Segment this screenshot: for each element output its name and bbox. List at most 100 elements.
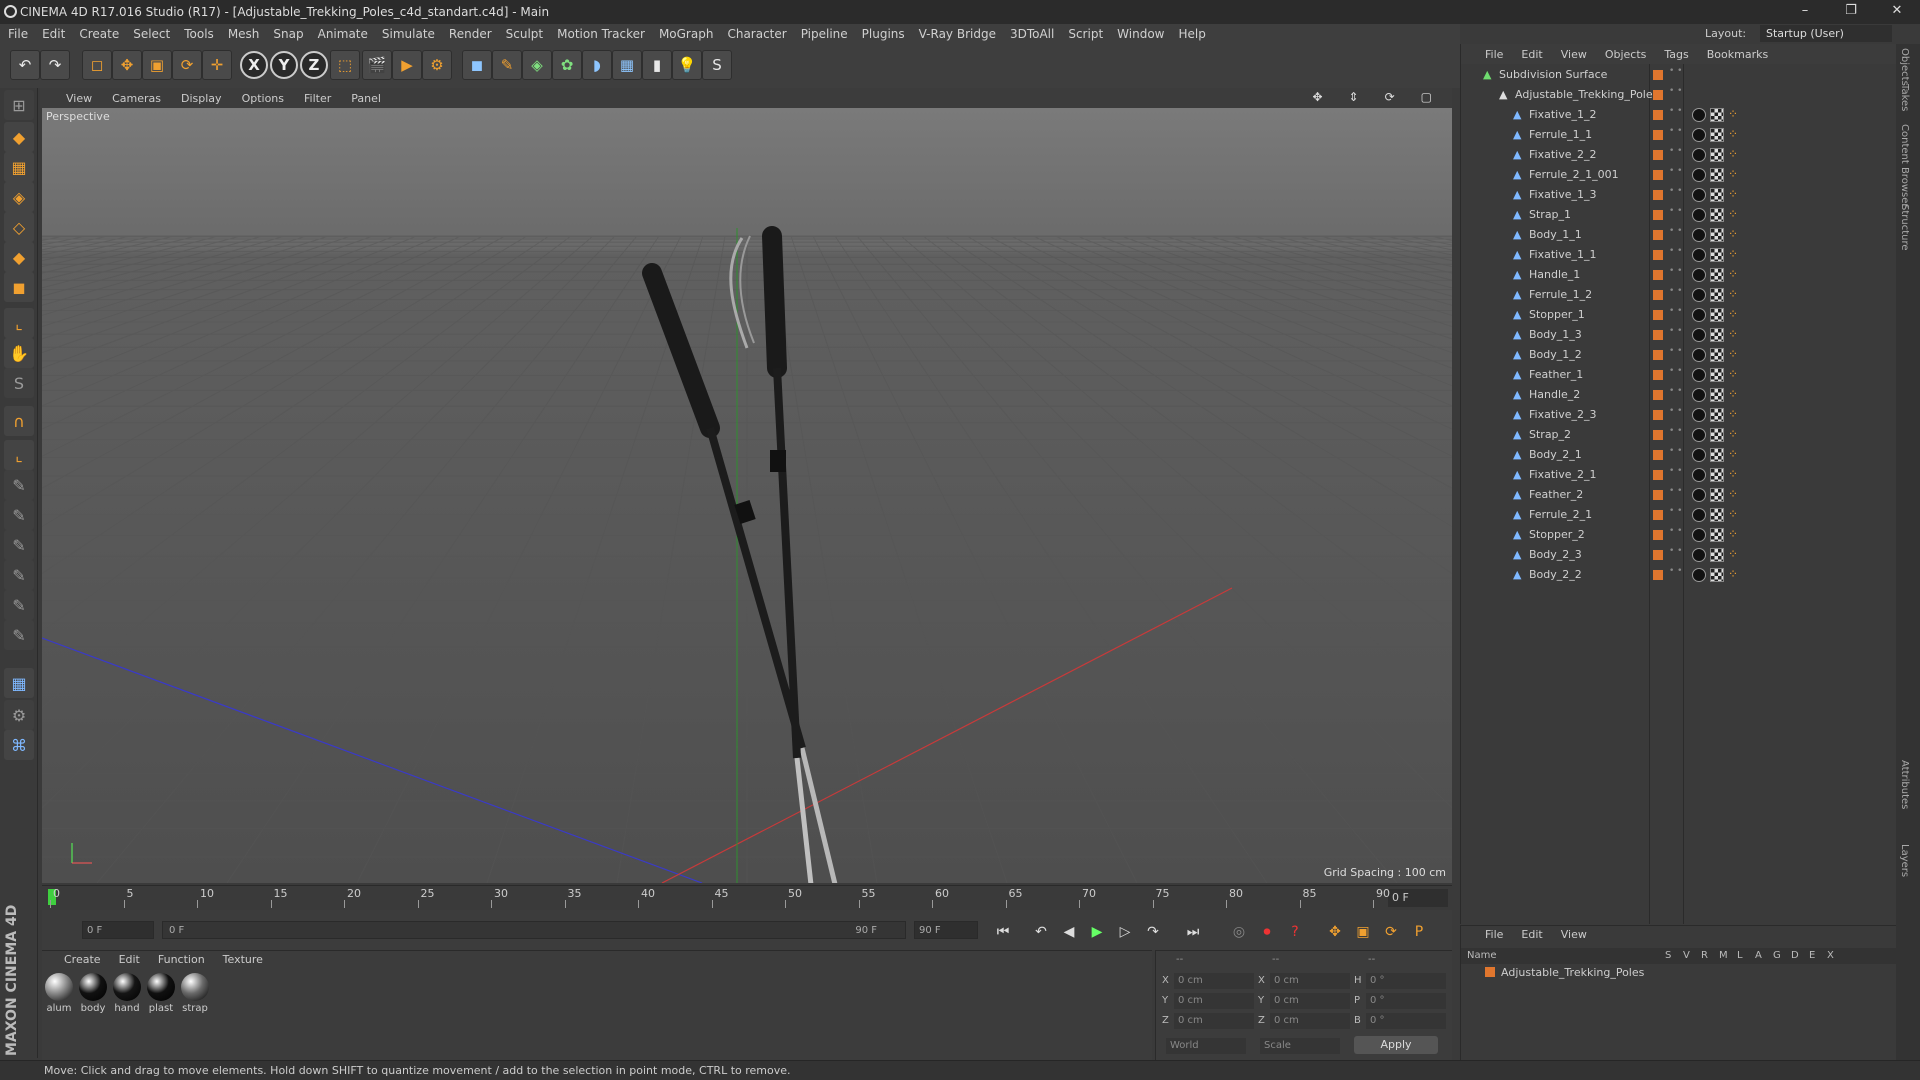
x-axis-icon[interactable]: X (240, 51, 268, 79)
scale-icon[interactable]: ▣ (142, 50, 172, 80)
close-button[interactable]: ✕ (1874, 0, 1920, 24)
visibility-dots[interactable]: • • (1669, 127, 1682, 136)
side-tab-layers[interactable]: Layers (1899, 844, 1910, 877)
layer-color-swatch[interactable] (1653, 330, 1663, 340)
side-tab-attributes[interactable]: Attributes (1899, 760, 1910, 809)
om-menu-bookmarks[interactable]: Bookmarks (1707, 48, 1768, 61)
rotate-icon[interactable]: ⟳ (172, 50, 202, 80)
texture-mode-icon[interactable]: ▦ (4, 152, 34, 182)
uvw-tag-icon[interactable] (1710, 368, 1724, 382)
uvw-tag-icon[interactable] (1710, 148, 1724, 162)
edit-render-settings-icon[interactable]: ⚙ (422, 50, 452, 80)
layer-color-swatch[interactable] (1653, 390, 1663, 400)
move-alt-icon[interactable]: ✛ (202, 50, 232, 80)
material-strap[interactable]: strap (180, 973, 210, 1014)
camera-icon[interactable]: ▮ (642, 50, 672, 80)
menu-help[interactable]: Help (1178, 27, 1205, 41)
visibility-dots[interactable]: • • (1669, 567, 1682, 576)
coord-mode-select[interactable]: World (1166, 1038, 1246, 1054)
coord-field[interactable]: 0 cm (1174, 973, 1254, 989)
layer-column-header[interactable]: E (1809, 950, 1815, 961)
uvw-tag-icon[interactable] (1710, 468, 1724, 482)
object-row[interactable]: ▲ Feather_1 • • ⁘ (1461, 365, 1897, 385)
uvw-tag-icon[interactable] (1710, 328, 1724, 342)
subdivision-icon[interactable]: ◈ (522, 50, 552, 80)
uvw-tag-icon[interactable] (1710, 388, 1724, 402)
material-tag-icon[interactable] (1692, 348, 1706, 362)
material-tag-icon[interactable] (1692, 528, 1706, 542)
key-rotate-icon[interactable]: ⟳ (1380, 921, 1402, 943)
layer-column-header[interactable]: M (1719, 950, 1728, 961)
brush-4-icon[interactable]: ✎ (4, 560, 34, 590)
menu-3dtoall[interactable]: 3DToAll (1010, 27, 1054, 41)
material-menu-texture[interactable]: Texture (223, 953, 263, 966)
pan-icon[interactable]: ✥ (1312, 90, 1322, 104)
key-scale-icon[interactable]: ▣ (1352, 921, 1374, 943)
material-menu-edit[interactable]: Edit (119, 953, 140, 966)
phong-tag-icon[interactable]: ⁘ (1728, 147, 1738, 161)
cube-icon[interactable]: ◼ (462, 50, 492, 80)
visibility-dots[interactable]: • • (1669, 327, 1682, 336)
object-row[interactable]: ▲ Handle_2 • • ⁘ (1461, 385, 1897, 405)
render-view-icon[interactable]: 🎬 (362, 50, 392, 80)
uvw-tag-icon[interactable] (1710, 528, 1724, 542)
material-tag-icon[interactable] (1692, 308, 1706, 322)
phong-tag-icon[interactable]: ⁘ (1728, 267, 1738, 281)
coord-field[interactable]: 0 ° (1366, 1013, 1446, 1029)
object-row[interactable]: ▲ Stopper_2 • • ⁘ (1461, 525, 1897, 545)
material-tag-icon[interactable] (1692, 408, 1706, 422)
uvw-tag-icon[interactable] (1710, 248, 1724, 262)
side-tab-objects[interactable]: Objects (1899, 48, 1910, 86)
object-row[interactable]: ▲ Body_1_2 • • ⁘ (1461, 345, 1897, 365)
visibility-dots[interactable]: • • (1669, 227, 1682, 236)
phong-tag-icon[interactable]: ⁘ (1728, 427, 1738, 441)
material-tag-icon[interactable] (1692, 128, 1706, 142)
material-tag-icon[interactable] (1692, 548, 1706, 562)
layer-color-swatch[interactable] (1653, 170, 1663, 180)
phong-tag-icon[interactable]: ⁘ (1728, 327, 1738, 341)
phong-tag-icon[interactable]: ⁘ (1728, 527, 1738, 541)
menu-simulate[interactable]: Simulate (382, 27, 435, 41)
layer-column-header[interactable]: A (1755, 950, 1762, 961)
visibility-dots[interactable]: • • (1669, 267, 1682, 276)
phong-tag-icon[interactable]: ⁘ (1728, 407, 1738, 421)
layout-select[interactable]: Startup (User) (1760, 25, 1892, 42)
layer-column-header[interactable]: D (1791, 950, 1799, 961)
next-frame-icon[interactable]: ▷ (1114, 921, 1136, 943)
side-tab-content-browser[interactable]: Content Browser (1899, 124, 1910, 207)
phong-tag-icon[interactable]: ⁘ (1728, 307, 1738, 321)
material-hand[interactable]: hand (112, 973, 142, 1014)
viewport-menu-panel[interactable]: Panel (351, 92, 381, 105)
visibility-dots[interactable]: • • (1669, 187, 1682, 196)
layer-column-header[interactable]: S (1665, 950, 1671, 961)
phong-tag-icon[interactable]: ⁘ (1728, 447, 1738, 461)
visibility-dots[interactable]: • • (1669, 427, 1682, 436)
goto-start-icon[interactable]: ⏮ (992, 921, 1014, 943)
material-tag-icon[interactable] (1692, 568, 1706, 582)
material-tag-icon[interactable] (1692, 368, 1706, 382)
move-camera-icon[interactable]: ⇕ (1349, 90, 1359, 104)
prev-key-icon[interactable]: ↶ (1030, 921, 1052, 943)
side-tab-takes[interactable]: Takes (1899, 84, 1910, 111)
layer-column-header[interactable]: X (1827, 950, 1834, 961)
redo-icon[interactable]: ↷ (40, 50, 70, 80)
coord-field[interactable]: 0 cm (1270, 1013, 1350, 1029)
material-tag-icon[interactable] (1692, 448, 1706, 462)
phong-tag-icon[interactable]: ⁘ (1728, 467, 1738, 481)
viewport-menu-view[interactable]: View (66, 92, 92, 105)
uvw-tag-icon[interactable] (1710, 448, 1724, 462)
move-icon[interactable]: ✥ (112, 50, 142, 80)
menu-script[interactable]: Script (1068, 27, 1103, 41)
viewport-menu-display[interactable]: Display (181, 92, 222, 105)
om-menu-tags[interactable]: Tags (1664, 48, 1688, 61)
live-select-icon[interactable]: ◻ (82, 50, 112, 80)
layer-color-swatch[interactable] (1653, 570, 1663, 580)
menu-render[interactable]: Render (449, 27, 492, 41)
layer-color-swatch[interactable] (1653, 270, 1663, 280)
om-menu-edit[interactable]: Edit (1521, 48, 1542, 61)
material-tag-icon[interactable] (1692, 508, 1706, 522)
layer-color-swatch[interactable] (1653, 350, 1663, 360)
uvw-tag-icon[interactable] (1710, 348, 1724, 362)
viewport-menu-options[interactable]: Options (242, 92, 284, 105)
visibility-dots[interactable]: • • (1669, 307, 1682, 316)
